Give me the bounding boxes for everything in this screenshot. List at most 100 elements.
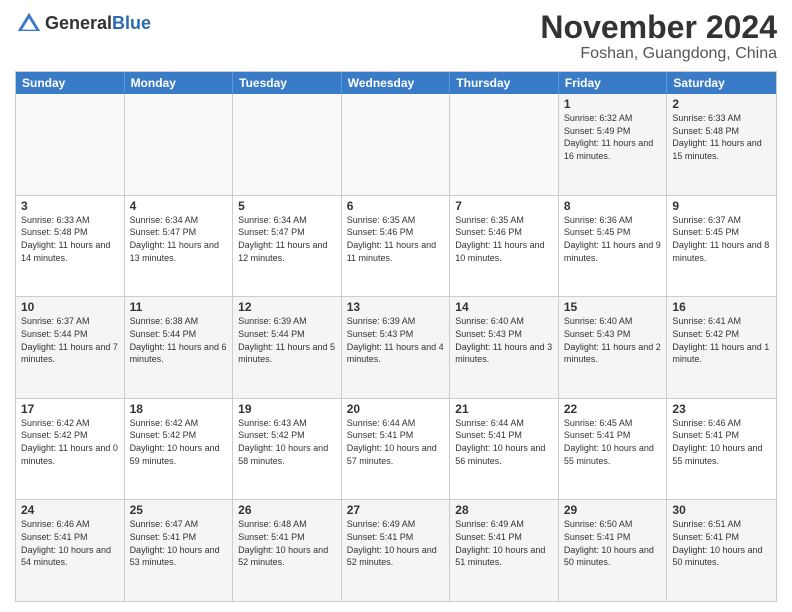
- day-info: Sunrise: 6:40 AM Sunset: 5:43 PM Dayligh…: [564, 315, 662, 365]
- day-number: 18: [130, 402, 228, 416]
- day-number: 5: [238, 199, 336, 213]
- day-number: 11: [130, 300, 228, 314]
- location: Foshan, Guangdong, China: [540, 45, 777, 63]
- header-day-thursday: Thursday: [450, 72, 559, 94]
- day-info: Sunrise: 6:48 AM Sunset: 5:41 PM Dayligh…: [238, 518, 336, 568]
- day-cell-23: 23Sunrise: 6:46 AM Sunset: 5:41 PM Dayli…: [667, 399, 776, 500]
- header-day-friday: Friday: [559, 72, 668, 94]
- day-info: Sunrise: 6:32 AM Sunset: 5:49 PM Dayligh…: [564, 112, 662, 162]
- day-number: 23: [672, 402, 771, 416]
- day-cell-17: 17Sunrise: 6:42 AM Sunset: 5:42 PM Dayli…: [16, 399, 125, 500]
- calendar-row-2: 3Sunrise: 6:33 AM Sunset: 5:48 PM Daylig…: [16, 195, 776, 297]
- day-cell-30: 30Sunrise: 6:51 AM Sunset: 5:41 PM Dayli…: [667, 500, 776, 601]
- day-cell-10: 10Sunrise: 6:37 AM Sunset: 5:44 PM Dayli…: [16, 297, 125, 398]
- day-info: Sunrise: 6:35 AM Sunset: 5:46 PM Dayligh…: [347, 214, 445, 264]
- day-cell-21: 21Sunrise: 6:44 AM Sunset: 5:41 PM Dayli…: [450, 399, 559, 500]
- day-number: 14: [455, 300, 553, 314]
- day-info: Sunrise: 6:46 AM Sunset: 5:41 PM Dayligh…: [672, 417, 771, 467]
- day-number: 27: [347, 503, 445, 517]
- day-number: 2: [672, 97, 771, 111]
- day-info: Sunrise: 6:46 AM Sunset: 5:41 PM Dayligh…: [21, 518, 119, 568]
- header-day-wednesday: Wednesday: [342, 72, 451, 94]
- header-day-sunday: Sunday: [16, 72, 125, 94]
- day-number: 17: [21, 402, 119, 416]
- day-info: Sunrise: 6:40 AM Sunset: 5:43 PM Dayligh…: [455, 315, 553, 365]
- day-number: 26: [238, 503, 336, 517]
- day-info: Sunrise: 6:35 AM Sunset: 5:46 PM Dayligh…: [455, 214, 553, 264]
- day-info: Sunrise: 6:44 AM Sunset: 5:41 PM Dayligh…: [455, 417, 553, 467]
- day-info: Sunrise: 6:44 AM Sunset: 5:41 PM Dayligh…: [347, 417, 445, 467]
- day-number: 12: [238, 300, 336, 314]
- day-info: Sunrise: 6:36 AM Sunset: 5:45 PM Dayligh…: [564, 214, 662, 264]
- day-number: 30: [672, 503, 771, 517]
- logo-text: GeneralBlue: [45, 14, 151, 34]
- day-cell-13: 13Sunrise: 6:39 AM Sunset: 5:43 PM Dayli…: [342, 297, 451, 398]
- day-number: 15: [564, 300, 662, 314]
- logo-general: General: [45, 13, 112, 33]
- logo-blue: Blue: [112, 13, 151, 33]
- day-info: Sunrise: 6:50 AM Sunset: 5:41 PM Dayligh…: [564, 518, 662, 568]
- day-cell-3: 3Sunrise: 6:33 AM Sunset: 5:48 PM Daylig…: [16, 196, 125, 297]
- header-day-tuesday: Tuesday: [233, 72, 342, 94]
- day-number: 10: [21, 300, 119, 314]
- empty-cell: [125, 94, 234, 195]
- logo: GeneralBlue: [15, 10, 151, 38]
- day-cell-22: 22Sunrise: 6:45 AM Sunset: 5:41 PM Dayli…: [559, 399, 668, 500]
- day-info: Sunrise: 6:38 AM Sunset: 5:44 PM Dayligh…: [130, 315, 228, 365]
- page-header: GeneralBlue November 2024 Foshan, Guangd…: [15, 10, 777, 63]
- day-number: 28: [455, 503, 553, 517]
- header-day-monday: Monday: [125, 72, 234, 94]
- logo-icon: [15, 10, 43, 38]
- day-number: 3: [21, 199, 119, 213]
- day-number: 24: [21, 503, 119, 517]
- day-info: Sunrise: 6:39 AM Sunset: 5:44 PM Dayligh…: [238, 315, 336, 365]
- day-cell-9: 9Sunrise: 6:37 AM Sunset: 5:45 PM Daylig…: [667, 196, 776, 297]
- day-number: 7: [455, 199, 553, 213]
- calendar-header: SundayMondayTuesdayWednesdayThursdayFrid…: [16, 72, 776, 94]
- day-number: 20: [347, 402, 445, 416]
- empty-cell: [450, 94, 559, 195]
- day-number: 8: [564, 199, 662, 213]
- day-info: Sunrise: 6:42 AM Sunset: 5:42 PM Dayligh…: [21, 417, 119, 467]
- day-cell-2: 2Sunrise: 6:33 AM Sunset: 5:48 PM Daylig…: [667, 94, 776, 195]
- empty-cell: [16, 94, 125, 195]
- calendar: SundayMondayTuesdayWednesdayThursdayFrid…: [15, 71, 777, 602]
- day-info: Sunrise: 6:41 AM Sunset: 5:42 PM Dayligh…: [672, 315, 771, 365]
- empty-cell: [342, 94, 451, 195]
- day-info: Sunrise: 6:49 AM Sunset: 5:41 PM Dayligh…: [455, 518, 553, 568]
- calendar-row-3: 10Sunrise: 6:37 AM Sunset: 5:44 PM Dayli…: [16, 296, 776, 398]
- calendar-body: 1Sunrise: 6:32 AM Sunset: 5:49 PM Daylig…: [16, 94, 776, 601]
- day-info: Sunrise: 6:42 AM Sunset: 5:42 PM Dayligh…: [130, 417, 228, 467]
- day-number: 29: [564, 503, 662, 517]
- day-cell-4: 4Sunrise: 6:34 AM Sunset: 5:47 PM Daylig…: [125, 196, 234, 297]
- day-cell-11: 11Sunrise: 6:38 AM Sunset: 5:44 PM Dayli…: [125, 297, 234, 398]
- day-cell-27: 27Sunrise: 6:49 AM Sunset: 5:41 PM Dayli…: [342, 500, 451, 601]
- calendar-row-1: 1Sunrise: 6:32 AM Sunset: 5:49 PM Daylig…: [16, 94, 776, 195]
- month-title: November 2024: [540, 10, 777, 45]
- day-info: Sunrise: 6:49 AM Sunset: 5:41 PM Dayligh…: [347, 518, 445, 568]
- day-info: Sunrise: 6:33 AM Sunset: 5:48 PM Dayligh…: [672, 112, 771, 162]
- day-info: Sunrise: 6:34 AM Sunset: 5:47 PM Dayligh…: [130, 214, 228, 264]
- day-number: 22: [564, 402, 662, 416]
- day-number: 6: [347, 199, 445, 213]
- day-number: 25: [130, 503, 228, 517]
- day-cell-19: 19Sunrise: 6:43 AM Sunset: 5:42 PM Dayli…: [233, 399, 342, 500]
- day-info: Sunrise: 6:47 AM Sunset: 5:41 PM Dayligh…: [130, 518, 228, 568]
- day-info: Sunrise: 6:51 AM Sunset: 5:41 PM Dayligh…: [672, 518, 771, 568]
- day-number: 19: [238, 402, 336, 416]
- day-cell-6: 6Sunrise: 6:35 AM Sunset: 5:46 PM Daylig…: [342, 196, 451, 297]
- day-cell-16: 16Sunrise: 6:41 AM Sunset: 5:42 PM Dayli…: [667, 297, 776, 398]
- day-cell-7: 7Sunrise: 6:35 AM Sunset: 5:46 PM Daylig…: [450, 196, 559, 297]
- day-number: 1: [564, 97, 662, 111]
- calendar-row-5: 24Sunrise: 6:46 AM Sunset: 5:41 PM Dayli…: [16, 499, 776, 601]
- day-cell-12: 12Sunrise: 6:39 AM Sunset: 5:44 PM Dayli…: [233, 297, 342, 398]
- day-cell-29: 29Sunrise: 6:50 AM Sunset: 5:41 PM Dayli…: [559, 500, 668, 601]
- empty-cell: [233, 94, 342, 195]
- day-cell-26: 26Sunrise: 6:48 AM Sunset: 5:41 PM Dayli…: [233, 500, 342, 601]
- day-cell-24: 24Sunrise: 6:46 AM Sunset: 5:41 PM Dayli…: [16, 500, 125, 601]
- day-cell-28: 28Sunrise: 6:49 AM Sunset: 5:41 PM Dayli…: [450, 500, 559, 601]
- page-container: GeneralBlue November 2024 Foshan, Guangd…: [0, 0, 792, 612]
- calendar-row-4: 17Sunrise: 6:42 AM Sunset: 5:42 PM Dayli…: [16, 398, 776, 500]
- day-cell-8: 8Sunrise: 6:36 AM Sunset: 5:45 PM Daylig…: [559, 196, 668, 297]
- day-cell-18: 18Sunrise: 6:42 AM Sunset: 5:42 PM Dayli…: [125, 399, 234, 500]
